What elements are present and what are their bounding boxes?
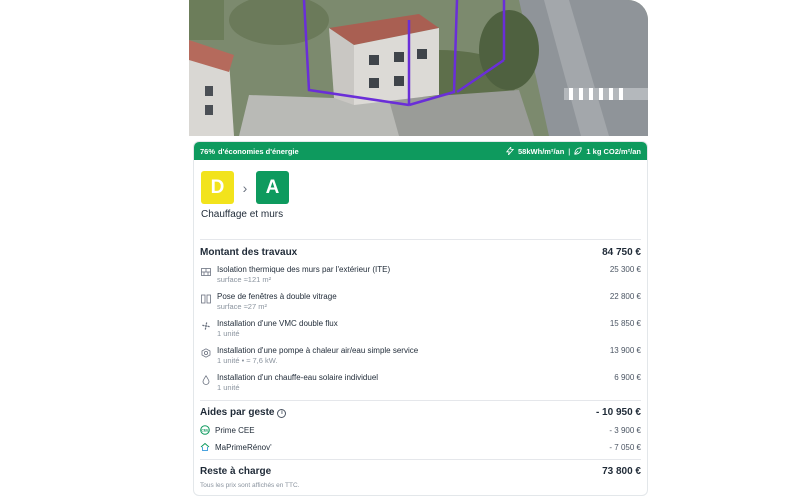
aid-item: MaPrimeRénov' - 7 050 € [200, 442, 641, 452]
work-item-label: Installation d'une pompe à chaleur air/e… [217, 346, 419, 355]
window-icon [200, 293, 211, 304]
cee-icon: CEE [200, 425, 210, 435]
work-item-detail: 1 unité [217, 329, 240, 338]
price-note: Tous les prix sont affichés en TTC. [200, 482, 300, 489]
water-drop-icon [200, 374, 211, 385]
chevron-right-icon: › [242, 179, 248, 196]
heat-pump-icon [200, 347, 211, 358]
energy-grade-change: D › A [201, 171, 289, 204]
grade-after-badge: A [256, 171, 289, 204]
work-item-amount: 22 800 € [609, 292, 641, 301]
work-item: Pose de fenêtres à double vitrage surfac… [200, 292, 641, 312]
work-item-label: Installation d'une VMC double flux [217, 319, 338, 328]
work-item-detail: 1 unité [217, 383, 240, 392]
wall-insulation-icon [200, 266, 211, 277]
aerial-house-image [189, 0, 648, 136]
work-item-label: Pose de fenêtres à double vitrage [217, 292, 337, 301]
work-item-amount: 6 900 € [614, 373, 641, 382]
grade-before-badge: D [201, 171, 234, 204]
divider [200, 239, 641, 240]
fan-icon [200, 320, 211, 331]
remaining-amount: 73 800 € [602, 466, 641, 477]
work-item-amount: 15 850 € [609, 319, 641, 328]
aid-item-label: MaPrimeRénov' [215, 442, 272, 452]
work-item: Installation d'une pompe à chaleur air/e… [200, 346, 641, 366]
works-total: 84 750 € [602, 247, 641, 258]
divider [200, 459, 641, 460]
svg-text:CEE: CEE [201, 429, 209, 433]
energy-value: 58kWh/m²/an [518, 146, 565, 156]
maprimerenov-icon [200, 442, 210, 452]
renovation-summary-card: 76% d'économies d'énergie 58kWh/m²/an | … [193, 141, 648, 496]
work-item-detail: 1 unité • ≈ 7,6 kW. [217, 356, 278, 365]
aids-title: Aides par geste [200, 407, 275, 418]
remaining-row: Reste à charge 73 800 € [200, 466, 641, 477]
works-header: Montant des travaux 84 750 € [200, 247, 641, 258]
works-title: Montant des travaux [200, 247, 298, 258]
leaf-icon [574, 147, 582, 155]
aids-header: Aides par geste i - 10 950 € [200, 407, 641, 418]
banner-separator: | [568, 146, 571, 156]
savings-label: d'économies d'énergie [218, 146, 299, 156]
work-item-label: Installation d'un chauffe-eau solaire in… [217, 373, 379, 382]
lightning-icon [506, 147, 515, 155]
aid-item-amount: - 3 900 € [609, 425, 641, 435]
work-item-detail: surface ≈121 m² [217, 275, 272, 284]
work-item-amount: 25 300 € [609, 265, 641, 274]
work-item-label: Isolation thermique des murs par l'extér… [217, 265, 391, 274]
info-icon[interactable]: i [277, 408, 287, 418]
savings-percent: 76% [200, 146, 216, 156]
aid-item: CEE Prime CEE - 3 900 € [200, 425, 641, 435]
remaining-label: Reste à charge [200, 466, 272, 477]
aids-total: - 10 950 € [595, 407, 641, 418]
aid-item-amount: - 7 050 € [609, 442, 641, 452]
divider [200, 400, 641, 401]
savings-banner: 76% d'économies d'énergie 58kWh/m²/an | … [194, 142, 647, 160]
work-item-detail: surface ≈27 m² [217, 302, 267, 311]
work-item: Isolation thermique des murs par l'extér… [200, 265, 641, 285]
work-item-amount: 13 900 € [609, 346, 641, 355]
work-item: Installation d'une VMC double flux 1 uni… [200, 319, 641, 339]
co2-value: 1 kg CO2/m²/an [586, 146, 641, 156]
aid-item-label: Prime CEE [215, 425, 255, 435]
work-item: Installation d'un chauffe-eau solaire in… [200, 373, 641, 393]
work-category: Chauffage et murs [201, 209, 284, 220]
